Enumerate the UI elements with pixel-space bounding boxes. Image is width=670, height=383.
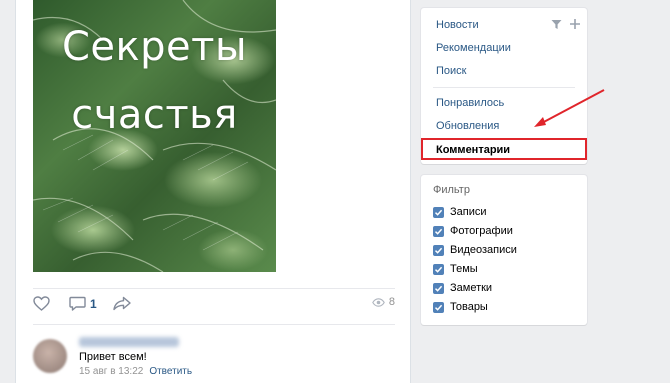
share-arrow-icon	[113, 296, 131, 311]
annotation-highlight-box	[421, 138, 587, 160]
checkbox-checked-icon[interactable]	[433, 244, 444, 256]
comment-text: Привет всем!	[79, 351, 147, 363]
filter-option-label: Видеозаписи	[450, 244, 517, 256]
image-caption-line2: счастья	[71, 92, 238, 138]
menu-item-search[interactable]: Поиск	[436, 65, 466, 77]
eye-icon	[372, 297, 385, 307]
heart-icon	[33, 296, 50, 311]
checkbox-checked-icon[interactable]	[433, 282, 444, 294]
comment-button[interactable]: 1	[69, 296, 97, 311]
post-card: Секреты счастья 1 8 Привет всем! 15 авг …	[15, 0, 411, 383]
post-image[interactable]: Секреты счастья	[33, 0, 276, 272]
plus-icon[interactable]	[569, 18, 581, 33]
image-caption-line1: Секреты	[61, 24, 248, 70]
filter-option-label: Фотографии	[450, 225, 513, 237]
comments-count: 1	[90, 296, 97, 311]
comment-meta: 15 авг в 13:22 Ответить	[79, 366, 192, 377]
comment-date[interactable]: 15 авг в 13:22	[79, 366, 143, 377]
menu-item-updates[interactable]: Обновления	[436, 120, 499, 132]
commenter-name-blurred[interactable]	[79, 337, 179, 347]
filter-option-label: Записи	[450, 206, 487, 218]
filter-option-label: Заметки	[450, 282, 493, 294]
filter-title: Фильтр	[433, 184, 470, 196]
checkbox-checked-icon[interactable]	[433, 263, 444, 275]
filter-option-label: Темы	[450, 263, 478, 275]
post-actions: 1 8	[33, 296, 395, 316]
filter-option-products[interactable]: Товары	[433, 301, 488, 313]
filter-option-photos[interactable]: Фотографии	[433, 225, 513, 237]
actions-divider-bottom	[33, 324, 395, 325]
commenter-avatar[interactable]	[33, 339, 67, 373]
checkbox-checked-icon[interactable]	[433, 225, 444, 237]
filter-option-notes[interactable]: Заметки	[433, 282, 492, 294]
reply-link[interactable]: Ответить	[149, 366, 192, 377]
actions-divider-top	[33, 288, 395, 289]
like-button[interactable]	[33, 296, 50, 311]
filter-option-topics[interactable]: Темы	[433, 263, 478, 275]
checkbox-checked-icon[interactable]	[433, 301, 444, 313]
comment-bubble-icon	[69, 296, 86, 311]
filter-option-videos[interactable]: Видеозаписи	[433, 244, 517, 256]
menu-item-recommendations[interactable]: Рекомендации	[436, 42, 511, 54]
menu-item-news[interactable]: Новости	[436, 19, 479, 31]
filter-panel: Фильтр Записи Фотографии Видеозаписи Тем…	[421, 175, 587, 325]
views-count: 8	[388, 296, 395, 308]
filter-option-label: Товары	[450, 301, 488, 313]
filter-icon[interactable]	[551, 19, 562, 33]
share-button[interactable]	[113, 296, 131, 311]
filter-option-posts[interactable]: Записи	[433, 206, 487, 218]
annotation-arrow-icon	[534, 89, 605, 127]
menu-item-liked[interactable]: Понравилось	[436, 97, 504, 109]
checkbox-checked-icon[interactable]	[433, 206, 444, 218]
views-counter: 8	[372, 296, 395, 308]
